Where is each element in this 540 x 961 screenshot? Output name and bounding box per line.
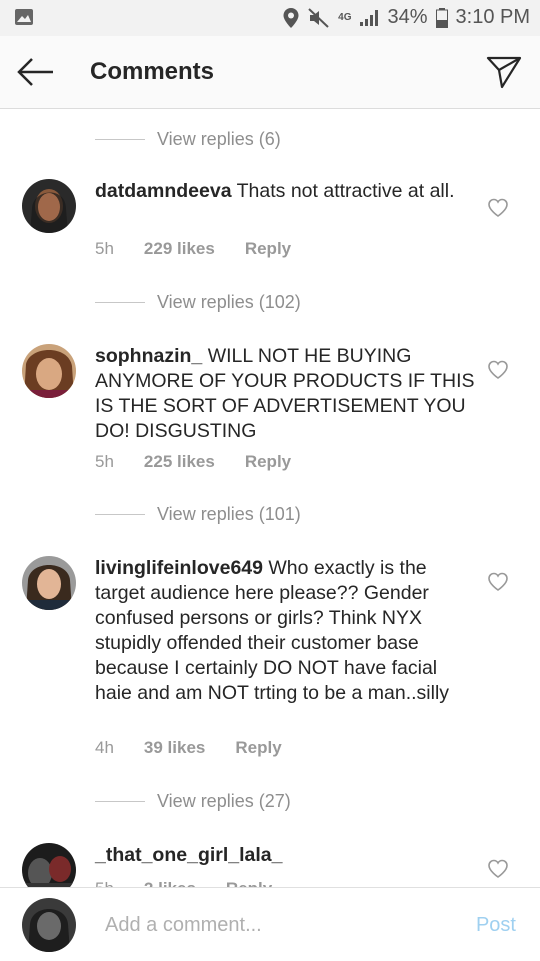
page-title: Comments — [90, 58, 215, 85]
view-replies-link[interactable]: View replies (6) — [95, 129, 281, 150]
heart-icon[interactable] — [487, 859, 509, 879]
clock: 3:10 PM — [455, 6, 530, 28]
mute-icon — [308, 7, 329, 28]
comment-meta: 5h 229 likes Reply — [95, 239, 291, 259]
post-button[interactable]: Post — [476, 914, 516, 937]
comment-body: sophnazin_ WILL NOT HE BUYING ANYMORE OF… — [95, 344, 475, 444]
view-replies-link[interactable]: View replies (27) — [95, 791, 291, 812]
avatar[interactable] — [22, 179, 76, 233]
location-icon — [283, 7, 299, 28]
avatar[interactable] — [22, 344, 76, 398]
status-bar: 4G 34% 3:10 PM — [0, 0, 540, 36]
view-replies-link[interactable]: View replies (101) — [95, 504, 301, 525]
comment-meta: 5h 225 likes Reply — [95, 452, 291, 472]
view-replies-link[interactable]: View replies (102) — [95, 292, 301, 313]
avatar — [22, 898, 76, 952]
comment-likes[interactable]: 229 likes — [144, 239, 215, 259]
comment-username[interactable]: _that_one_girl_lala_ — [95, 844, 283, 866]
heart-icon[interactable] — [487, 198, 509, 218]
heart-icon[interactable] — [487, 360, 509, 380]
avatar[interactable] — [22, 843, 76, 887]
view-replies-label: View replies (27) — [157, 791, 291, 811]
comment-likes[interactable]: 39 likes — [144, 738, 205, 758]
divider-line — [95, 514, 145, 515]
battery-percent: 34% — [387, 6, 428, 28]
comment-time: 4h — [95, 738, 114, 757]
comment-username[interactable]: datdamndeeva — [95, 180, 232, 202]
comment-body: _that_one_girl_lala_ — [95, 843, 475, 868]
direct-send-icon[interactable] — [486, 54, 522, 90]
view-replies-label: View replies (102) — [157, 292, 301, 312]
comment-likes[interactable]: 225 likes — [144, 452, 215, 472]
comments-list[interactable]: View replies (6) datdamndeeva Thats not … — [0, 109, 540, 887]
comment-input[interactable]: Add a comment... — [105, 914, 262, 937]
gallery-notification-icon — [15, 9, 33, 25]
comment-username[interactable]: livinglifeinlove649 — [95, 557, 263, 579]
battery-icon — [435, 7, 448, 28]
comment-likes[interactable]: 2 likes — [144, 879, 196, 887]
comment-text: Thats not attractive at all. — [236, 180, 455, 202]
comment-username[interactable]: sophnazin_ — [95, 345, 202, 367]
comment-time: 5h — [95, 239, 114, 258]
comment-body: datdamndeeva Thats not attractive at all… — [95, 179, 475, 204]
reply-button[interactable]: Reply — [235, 738, 281, 758]
heart-icon[interactable] — [487, 572, 509, 592]
comment-composer: Add a comment... Post — [0, 887, 540, 961]
comment-meta: 5h 2 likes Reply — [95, 879, 272, 887]
comment-time: 5h — [95, 879, 114, 887]
comment-body: livinglifeinlove649 Who exactly is the t… — [95, 556, 475, 706]
signal-icon — [360, 9, 379, 26]
comment-text: Who exactly is the target audience here … — [95, 557, 450, 704]
network-badge: 4G — [338, 12, 352, 23]
comments-header: Comments — [0, 36, 540, 109]
reply-button[interactable]: Reply — [245, 239, 291, 259]
avatar[interactable] — [22, 556, 76, 610]
divider-line — [95, 302, 145, 303]
comment-meta: 4h 39 likes Reply — [95, 738, 282, 758]
divider-line — [95, 801, 145, 802]
back-arrow-icon[interactable] — [16, 56, 56, 88]
view-replies-label: View replies (6) — [157, 129, 281, 149]
reply-button[interactable]: Reply — [245, 452, 291, 472]
reply-button[interactable]: Reply — [226, 879, 272, 887]
divider-line — [95, 139, 145, 140]
view-replies-label: View replies (101) — [157, 504, 301, 524]
comment-time: 5h — [95, 452, 114, 471]
